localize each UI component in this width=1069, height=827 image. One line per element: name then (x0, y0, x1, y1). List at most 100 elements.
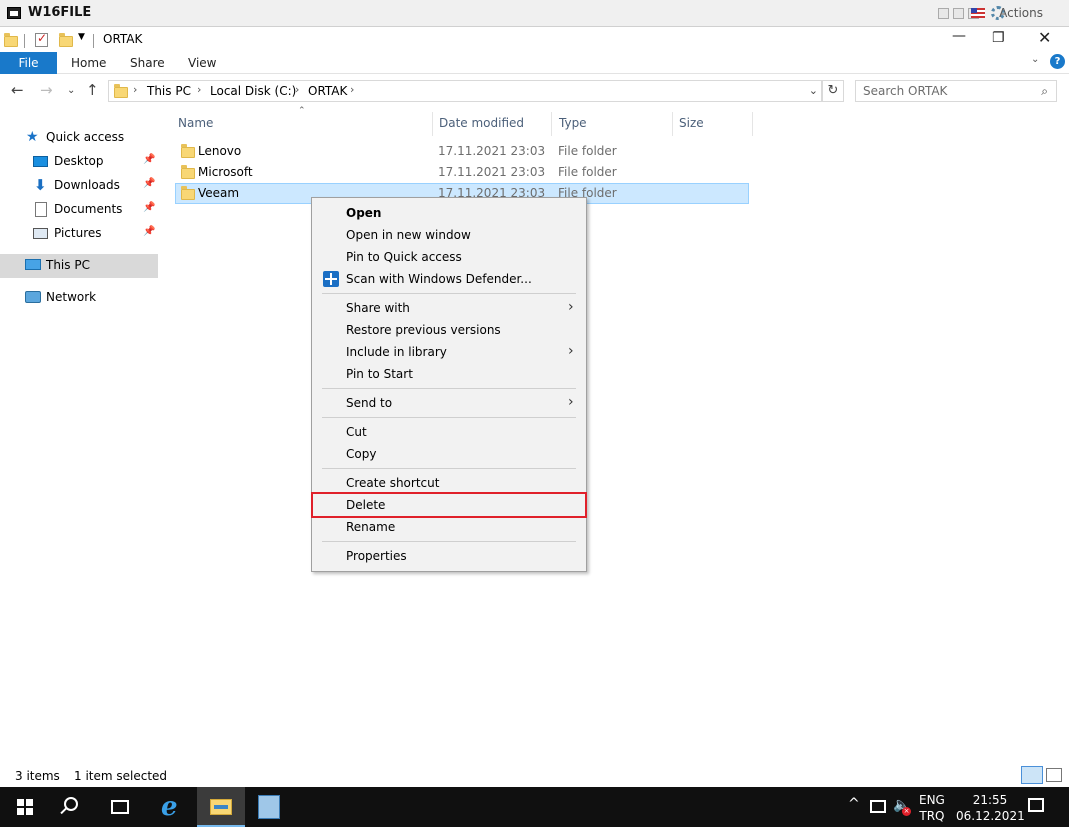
task-view-icon[interactable] (111, 800, 129, 814)
menu-item-properties[interactable]: Properties (314, 545, 584, 567)
menu-item-include-library[interactable]: Include in library › (314, 341, 584, 363)
menu-item-label: Scan with Windows Defender... (346, 272, 532, 286)
back-arrow-icon[interactable]: ← (11, 81, 24, 99)
window-title: ORTAK (103, 32, 143, 46)
tab-view[interactable]: View (188, 56, 216, 70)
search-input[interactable]: Search ORTAK ⌕ (855, 80, 1057, 102)
taskbar: e ^ 🔈 × ENG TRQ 21:55 06.12.2021 (0, 787, 1069, 827)
pictures-icon (33, 228, 48, 239)
network-tray-icon[interactable] (870, 800, 886, 813)
chevron-down-icon[interactable]: ⌄ (809, 84, 818, 97)
table-row[interactable]: Lenovo 17.11.2021 23:03 File folder (175, 141, 749, 162)
chevron-right-icon[interactable]: › (197, 83, 201, 96)
breadcrumb-ortak[interactable]: ORTAK (308, 84, 347, 98)
tab-home[interactable]: Home (71, 56, 106, 70)
server-manager-icon[interactable] (258, 795, 280, 819)
pc-icon (25, 259, 41, 270)
file-type: File folder (558, 144, 617, 158)
menu-item-scan-defender[interactable]: Scan with Windows Defender... (314, 268, 584, 290)
pin-icon[interactable]: 📌 (143, 178, 155, 189)
menu-item-label: Share with (346, 301, 410, 315)
menu-item-label: Pin to Quick access (346, 250, 462, 264)
tab-file[interactable]: File (0, 52, 57, 74)
sidebar-item-documents[interactable]: Documents 📌 (0, 198, 158, 222)
navigation-pane: ★ Quick access Desktop 📌 ⬇ Downloads 📌 D… (0, 110, 158, 765)
column-header-type[interactable]: Type (559, 116, 587, 130)
pin-icon[interactable]: 📌 (143, 202, 155, 213)
desktop-icon (33, 156, 48, 167)
close-icon[interactable]: ✕ (1038, 28, 1051, 47)
column-header-size[interactable]: Size (679, 116, 704, 130)
search-icon[interactable] (64, 797, 78, 811)
column-header-date[interactable]: Date modified (439, 116, 524, 130)
forward-arrow-icon[interactable]: → (40, 81, 53, 99)
chevron-right-icon[interactable]: › (350, 83, 354, 96)
input-language[interactable]: ENG TRQ (919, 792, 945, 824)
clock-time: 21:55 (972, 793, 1008, 807)
up-arrow-icon[interactable]: ↑ (86, 81, 99, 99)
expand-ribbon-icon[interactable]: ⌄ (1031, 54, 1039, 65)
sidebar-item-network[interactable]: Network (0, 286, 158, 310)
menu-item-pin-quick-access[interactable]: Pin to Quick access (314, 246, 584, 268)
pin-icon[interactable]: 📌 (143, 154, 155, 165)
menu-item-copy[interactable]: Copy (314, 443, 584, 465)
properties-icon[interactable] (35, 31, 48, 47)
pin-icon[interactable]: 📌 (143, 226, 155, 237)
menu-item-label: Send to (346, 396, 393, 410)
menu-item-cut[interactable]: Cut (314, 421, 584, 443)
column-divider[interactable] (752, 112, 753, 136)
table-row[interactable]: Microsoft 17.11.2021 23:03 File folder (175, 162, 749, 183)
restore-icon[interactable]: ❐ (992, 30, 1005, 46)
menu-item-pin-start[interactable]: Pin to Start (314, 363, 584, 385)
minimize-icon[interactable]: — (952, 28, 966, 44)
column-header-name[interactable]: Name (178, 116, 213, 130)
vm-actions-button[interactable]: Actions (999, 6, 1043, 20)
sidebar-item-pictures[interactable]: Pictures 📌 (0, 222, 158, 246)
file-date: 17.11.2021 23:03 (438, 144, 546, 158)
menu-item-share-with[interactable]: Share with › (314, 297, 584, 319)
sidebar-item-quick-access[interactable]: ★ Quick access (0, 126, 158, 150)
menu-item-open-new-window[interactable]: Open in new window (314, 224, 584, 246)
network-icon (25, 291, 41, 303)
menu-item-open[interactable]: Open (314, 202, 584, 224)
large-icons-view-icon[interactable] (1046, 768, 1062, 782)
vm-restore-icon[interactable] (953, 8, 964, 19)
start-button[interactable] (0, 787, 48, 827)
column-divider[interactable] (432, 112, 433, 136)
sidebar-item-downloads[interactable]: ⬇ Downloads 📌 (0, 174, 158, 198)
chevron-right-icon[interactable]: › (133, 83, 137, 96)
column-divider[interactable] (672, 112, 673, 136)
sidebar-item-this-pc[interactable]: This PC (0, 254, 158, 278)
recent-locations-icon[interactable]: ⌄ (67, 85, 75, 96)
taskbar-file-explorer[interactable] (197, 787, 245, 827)
menu-item-rename[interactable]: Rename (314, 516, 584, 538)
chevron-up-icon[interactable]: ^ (848, 796, 860, 812)
keyboard-layout: TRQ (919, 809, 945, 823)
selection-count: 1 item selected (74, 769, 168, 783)
refresh-icon[interactable]: ↻ (822, 80, 844, 102)
details-view-icon[interactable] (1021, 766, 1043, 784)
chevron-right-icon[interactable]: › (295, 83, 299, 96)
quick-access-toolbar: ▼ ORTAK — ❐ ✕ (0, 28, 1069, 52)
menu-item-restore-versions[interactable]: Restore previous versions (314, 319, 584, 341)
navigation-bar: ← → ⌄ ↑ › This PC › Local Disk (C:) › OR… (0, 76, 1069, 106)
new-folder-icon[interactable] (59, 33, 73, 47)
vm-minimize-icon[interactable] (938, 8, 949, 19)
keyboard-flag-icon[interactable] (971, 8, 985, 18)
menu-item-create-shortcut[interactable]: Create shortcut (314, 472, 584, 494)
column-divider[interactable] (551, 112, 552, 136)
breadcrumb-this-pc[interactable]: This PC (147, 84, 191, 98)
menu-separator (322, 417, 576, 418)
help-icon[interactable]: ? (1050, 54, 1065, 69)
chevron-down-icon[interactable]: ▼ (78, 32, 85, 42)
folder-icon (181, 144, 195, 158)
tab-share[interactable]: Share (130, 56, 165, 70)
address-bar[interactable]: › This PC › Local Disk (C:) › ORTAK › ⌄ (108, 80, 822, 102)
notifications-icon[interactable] (1028, 798, 1044, 812)
clock[interactable]: 21:55 06.12.2021 (956, 792, 1025, 824)
menu-item-send-to[interactable]: Send to › (314, 392, 584, 414)
breadcrumb-local-disk[interactable]: Local Disk (C:) (210, 84, 296, 98)
item-count: 3 items (15, 769, 60, 783)
sidebar-item-desktop[interactable]: Desktop 📌 (0, 150, 158, 174)
internet-explorer-icon[interactable]: e (161, 792, 178, 822)
